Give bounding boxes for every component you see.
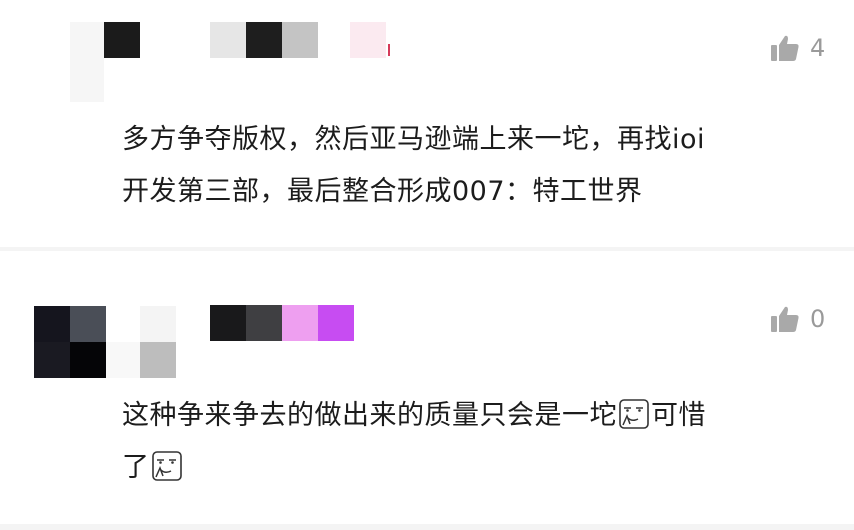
- doge-face-emoji-icon: [151, 451, 182, 481]
- doge-face-emoji-icon: [619, 399, 649, 429]
- comment-text-line: 这种争来争去的做出来的质量只会是一坨 可惜: [122, 390, 822, 442]
- comment-text-line: 开发第三部，最后整合形成007：特工世界: [122, 176, 643, 207]
- username[interactable]: [210, 305, 355, 341]
- thumbs-up-icon: [771, 35, 799, 61]
- comment-text-segment: 可惜: [651, 400, 706, 431]
- comment-text: 多方争夺版权，然后亚马逊端上来一坨，再找ioi 开发第三部，最后整合形成007：…: [122, 114, 822, 218]
- divider: [0, 524, 854, 530]
- comment-item: 0 这种争来争去的做出来的质量只会是一坨 可惜 了: [0, 250, 854, 530]
- comment-text-line: 多方争夺版权，然后亚马逊端上来一坨，再找ioi: [122, 124, 706, 155]
- thumbs-up-icon: [771, 306, 799, 332]
- like-button[interactable]: 4: [770, 34, 825, 62]
- like-count: 4: [810, 34, 826, 62]
- comment-text-segment: 了: [122, 452, 150, 483]
- avatar[interactable]: [70, 22, 104, 102]
- comment-item: 4 多方争夺版权，然后亚马逊端上来一坨，再找ioi 开发第三部，最后整合形成00…: [0, 0, 854, 248]
- avatar[interactable]: [34, 306, 176, 378]
- like-count: 0: [810, 305, 826, 333]
- comment-text: 这种争来争去的做出来的质量只会是一坨 可惜 了: [122, 390, 822, 494]
- like-button[interactable]: 0: [770, 305, 825, 333]
- username[interactable]: [104, 22, 404, 58]
- comment-text-segment: 这种争来争去的做出来的质量只会是一坨: [122, 400, 617, 431]
- comment-text-line: 了: [122, 442, 822, 494]
